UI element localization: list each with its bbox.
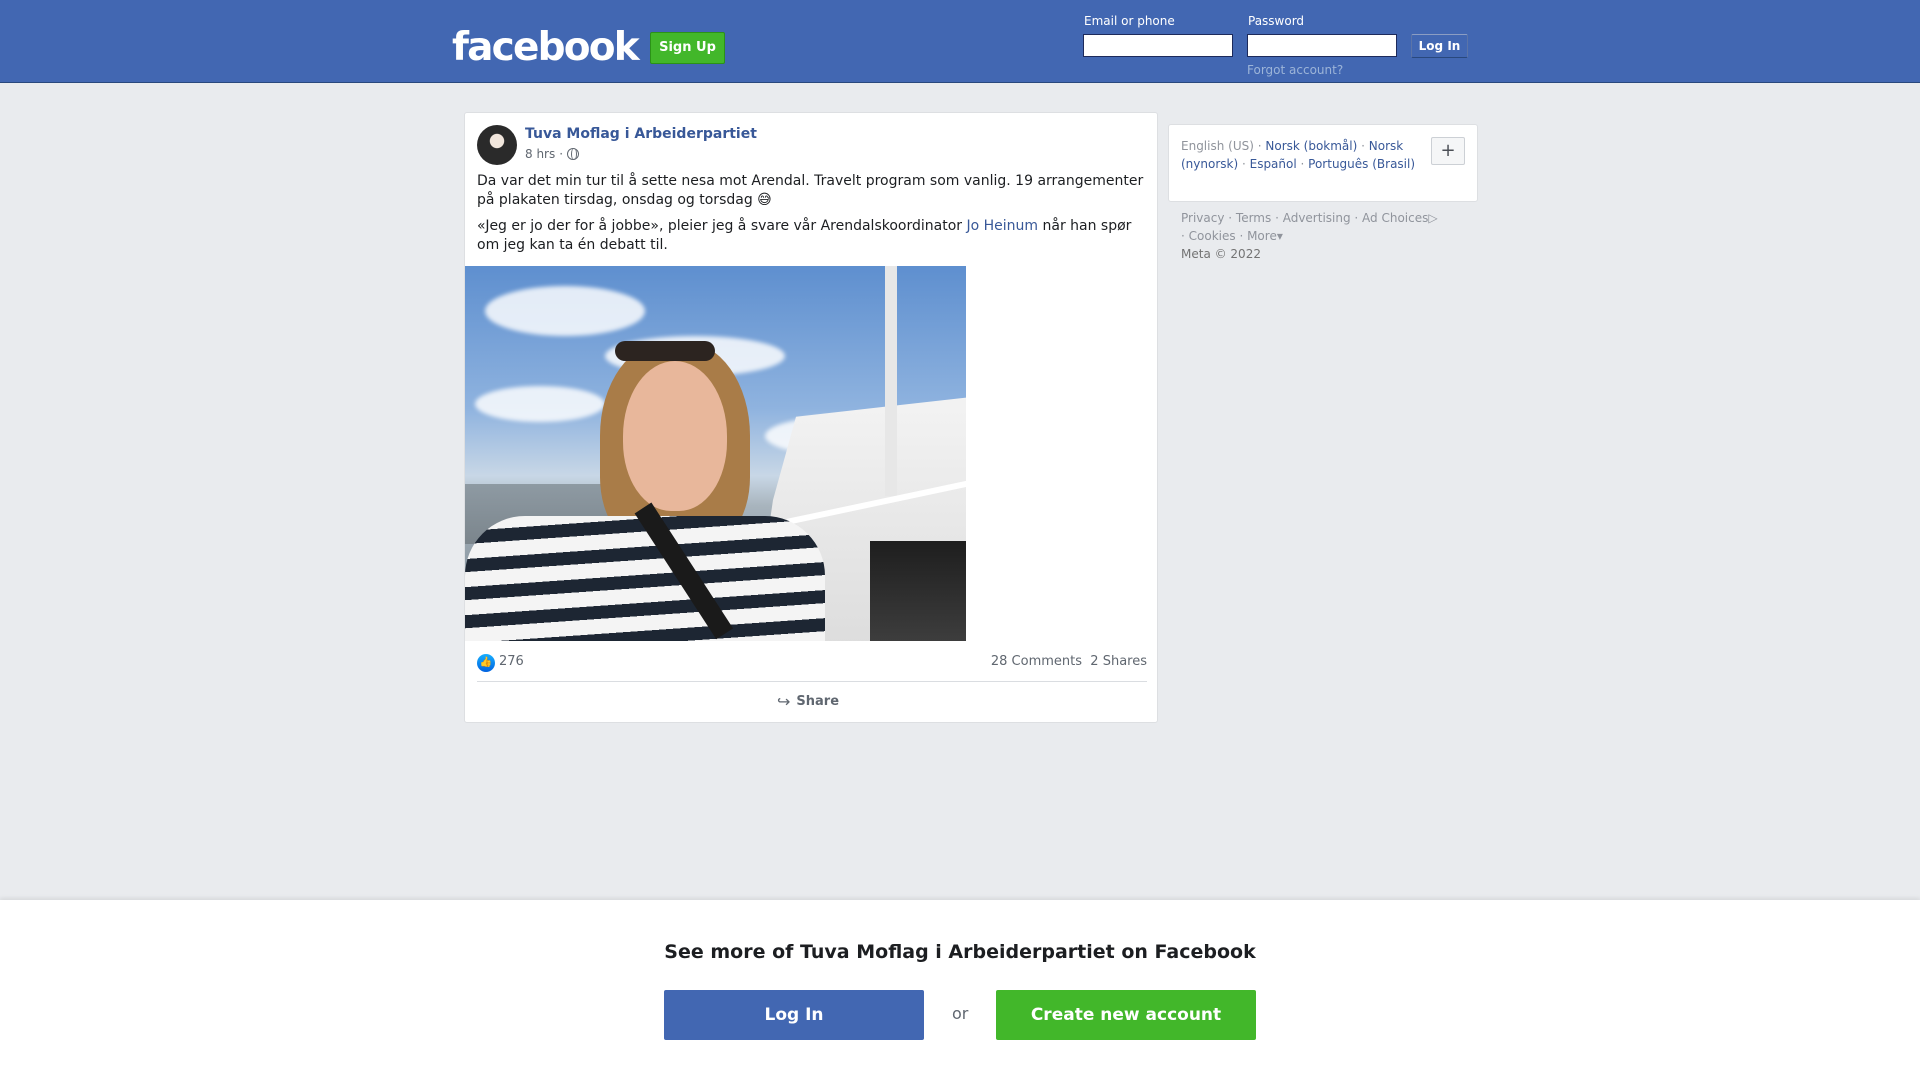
post-author[interactable]: Tuva Moflag i Arbeiderpartiet — [525, 126, 757, 142]
post-divider — [477, 681, 1147, 682]
photo-truck — [870, 541, 966, 641]
share-label: Share — [796, 694, 840, 709]
footer-privacy[interactable]: Privacy — [1181, 211, 1224, 225]
copyright: Meta © 2022 — [1181, 247, 1261, 261]
signup-banner: See more of Tuva Moflag i Arbeiderpartie… — [0, 900, 1920, 1080]
footer-terms[interactable]: Terms — [1236, 211, 1271, 225]
create-account-button[interactable]: Create new account — [996, 990, 1256, 1040]
post-stats: 👍 276 28 Comments 2 Shares — [477, 652, 1147, 672]
footer-links: Privacy · Terms · Advertising · Ad Choic… — [1181, 211, 1438, 261]
share-button[interactable]: ↪ Share — [777, 692, 839, 711]
post-paragraph-2: «Jeg er jo der for å jobbe», pleier jeg … — [477, 217, 1149, 255]
author-avatar[interactable] — [477, 125, 517, 165]
forgot-account-link[interactable]: Forgot account? — [1247, 63, 1343, 77]
top-bar: facebook Sign Up Email or phone Password… — [0, 0, 1920, 83]
meta-separator: · — [559, 147, 564, 161]
language-selector: English (US) · Norsk (bokmål) · Norsk (n… — [1168, 124, 1478, 202]
photo-mast — [885, 266, 897, 496]
facebook-logo[interactable]: facebook — [452, 24, 640, 72]
language-current: English (US) — [1181, 139, 1254, 153]
password-field[interactable] — [1247, 34, 1397, 57]
photo-striped-shirt — [465, 516, 825, 641]
footer-advertising[interactable]: Advertising — [1283, 211, 1351, 225]
share-icon: ↪ — [777, 692, 791, 711]
post-paragraph-2-start: «Jeg er jo der for å jobbe», pleier jeg … — [477, 218, 967, 234]
banner-or: or — [952, 1004, 969, 1023]
shares-count[interactable]: 2 Shares — [1090, 654, 1147, 669]
footer-cookies[interactable]: Cookies — [1189, 229, 1236, 243]
footer-more[interactable]: More — [1247, 229, 1277, 243]
password-label: Password — [1248, 14, 1305, 28]
photo-cloud — [485, 286, 645, 336]
globe-icon — [567, 148, 580, 160]
post-text: Da var det min tur til å sette nesa mot … — [477, 172, 1149, 262]
ad-choices-icon: ▷ — [1428, 211, 1438, 225]
banner-title: See more of Tuva Moflag i Arbeiderpartie… — [664, 941, 1256, 963]
language-option[interactable]: Português (Brasil) — [1308, 157, 1415, 171]
post-card: Tuva Moflag i Arbeiderpartiet 8 hrs · Da… — [464, 112, 1158, 723]
add-language-button[interactable]: + — [1431, 137, 1465, 165]
email-field[interactable] — [1083, 34, 1233, 57]
mention-link[interactable]: Jo Heinum — [966, 218, 1038, 234]
photo-cloud — [475, 386, 605, 422]
footer-ad-choices[interactable]: Ad Choices — [1362, 211, 1428, 225]
language-list: English (US) · Norsk (bokmål) · Norsk (n… — [1181, 139, 1416, 171]
sign-up-button[interactable]: Sign Up — [650, 32, 725, 64]
post-time[interactable]: 8 hrs — [525, 147, 555, 161]
comments-count[interactable]: 28 Comments — [991, 654, 1082, 669]
post-paragraph-1: Da var det min tur til å sette nesa mot … — [477, 173, 1144, 208]
post-photo[interactable] — [465, 266, 966, 641]
email-label: Email or phone — [1084, 14, 1175, 28]
language-option[interactable]: Norsk (bokmål) — [1265, 139, 1357, 153]
banner-log-in-button[interactable]: Log In — [664, 990, 924, 1040]
like-icon: 👍 — [477, 654, 495, 672]
like-count[interactable]: 276 — [499, 654, 524, 669]
post-meta: 8 hrs · — [525, 147, 580, 161]
caret-down-icon: ▾ — [1276, 229, 1283, 243]
log-in-button[interactable]: Log In — [1411, 34, 1468, 58]
language-option[interactable]: Español — [1250, 157, 1297, 171]
photo-face — [623, 361, 727, 511]
photo-sunglasses — [615, 341, 715, 361]
